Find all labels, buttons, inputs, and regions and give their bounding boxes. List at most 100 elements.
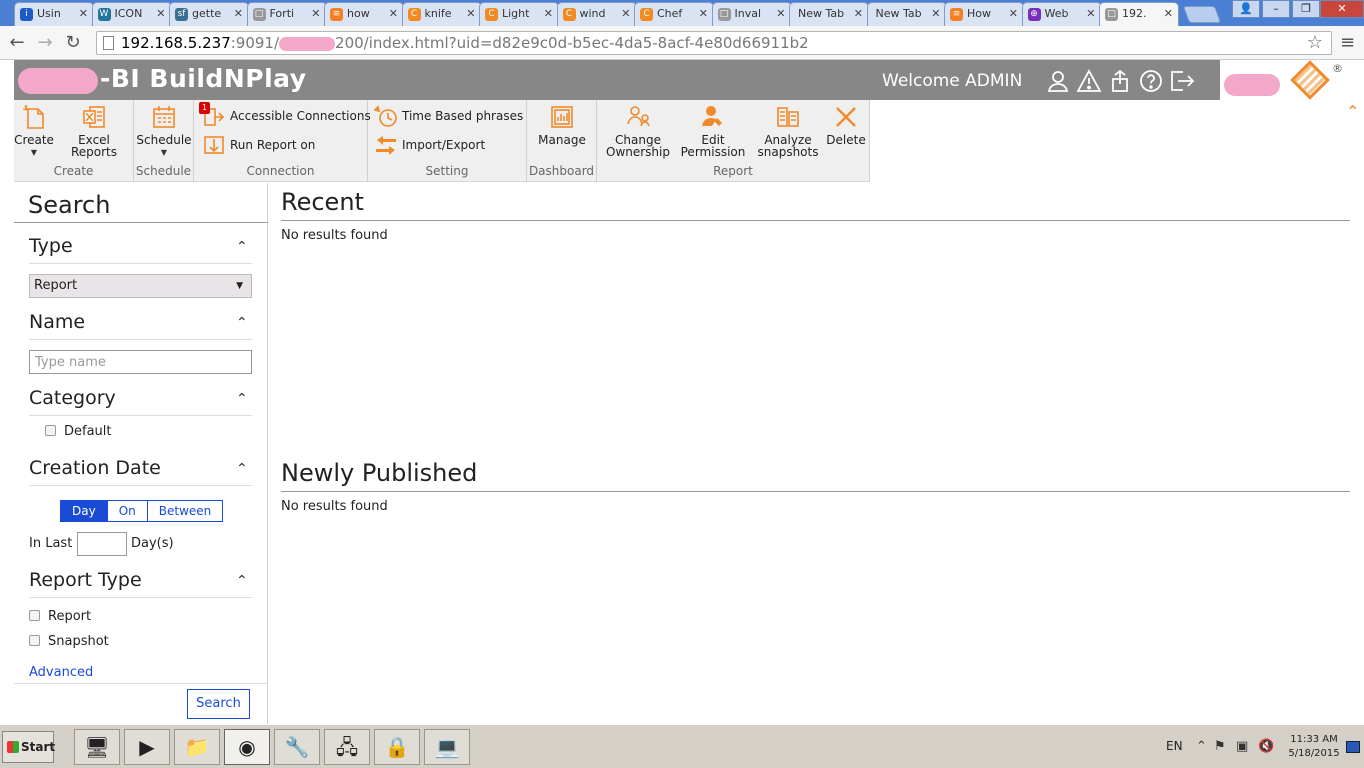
maximize-button[interactable]: ❐ <box>1292 0 1320 18</box>
schedule-button[interactable]: Schedule ▼ <box>134 104 194 159</box>
redacted-brand <box>18 68 98 94</box>
browser-tab[interactable]: □ Inval ✕ <box>711 2 792 26</box>
date-mode-between[interactable]: Between <box>146 501 223 521</box>
tab-close-icon[interactable]: ✕ <box>931 3 940 25</box>
remote-app-icon[interactable]: 🔒 <box>374 729 420 765</box>
report-type-report-checkbox[interactable]: Report <box>29 609 91 625</box>
forward-arrow-icon[interactable]: → <box>34 32 56 54</box>
run-report-on-button[interactable]: Run Report on <box>200 133 315 157</box>
remote-desktop-icon[interactable]: 💻 <box>424 729 470 765</box>
accessible-connections-button[interactable]: 1 Accessible Connections <box>199 102 371 128</box>
browser-tab[interactable]: C Light ✕ <box>479 2 559 26</box>
bookmark-star-icon[interactable]: ☆ <box>1307 32 1323 54</box>
volume-muted-icon[interactable]: 🔇 <box>1258 739 1274 754</box>
browser-tab[interactable]: C Chef ✕ <box>634 2 714 26</box>
logout-icon[interactable] <box>1169 69 1195 93</box>
checkbox-box[interactable] <box>29 610 40 621</box>
powershell-icon[interactable]: ▶ <box>124 729 170 765</box>
upload-icon[interactable] <box>1107 69 1133 93</box>
edit-permission-button[interactable]: Edit Permission <box>679 104 747 158</box>
network-tray-icon[interactable]: ▣ <box>1236 739 1248 754</box>
window-user-icon[interactable]: 👤 <box>1232 0 1260 18</box>
chevron-down-icon: ▼ <box>236 281 243 291</box>
chevron-up-icon[interactable]: ⌃ <box>236 573 248 589</box>
network-icon[interactable]: 🖧 <box>324 729 370 765</box>
import-export-button[interactable]: Import/Export <box>372 133 485 157</box>
checkbox-box[interactable] <box>45 425 56 436</box>
browser-tab[interactable]: i Usin ✕ <box>14 2 94 26</box>
date-mode-day[interactable]: Day <box>61 501 107 521</box>
browser-tab[interactable]: Cknife ✕ <box>401 2 482 26</box>
show-desktop-icon[interactable] <box>1346 741 1360 753</box>
tab-close-icon[interactable]: ✕ <box>776 3 785 25</box>
date-mode-on[interactable]: On <box>106 501 147 521</box>
user-icon[interactable] <box>1045 69 1071 93</box>
browser-tab[interactable]: W ICON ✕ <box>91 2 172 26</box>
close-window-button[interactable]: ✕ <box>1320 0 1364 18</box>
browser-tab[interactable]: ≡ How ✕ <box>944 2 1024 26</box>
type-select[interactable]: Report ▼ <box>29 274 252 298</box>
browser-menu-icon[interactable]: ≡ <box>1340 32 1355 53</box>
server-manager-icon[interactable]: 🖥 <box>74 729 120 765</box>
warning-icon[interactable] <box>1076 69 1102 93</box>
manage-dashboard-button[interactable]: Manage <box>527 104 597 146</box>
chevron-up-icon[interactable]: ⌃ <box>236 391 248 407</box>
browser-tab[interactable]: □ 192. ✕ <box>1099 2 1179 26</box>
search-button[interactable]: Search <box>187 689 250 719</box>
in-last-days-input[interactable] <box>77 532 127 556</box>
tab-close-icon[interactable]: ✕ <box>1164 3 1173 25</box>
tab-favicon-icon: □ <box>252 8 266 21</box>
tab-close-icon[interactable]: ✕ <box>156 3 165 25</box>
report-type-snapshot-checkbox[interactable]: Snapshot <box>29 634 109 650</box>
tab-close-icon[interactable]: ✕ <box>621 3 630 25</box>
browser-tab[interactable]: sf gette ✕ <box>169 2 249 26</box>
tab-close-icon[interactable]: ✕ <box>79 3 88 25</box>
browser-tab[interactable]: ⊕ Web ✕ <box>1021 2 1102 26</box>
delete-button[interactable]: Delete <box>825 104 867 146</box>
tab-close-icon[interactable]: ✕ <box>389 3 398 25</box>
browser-tab[interactable]: ≡ how ✕ <box>324 2 404 26</box>
tab-close-icon[interactable]: ✕ <box>234 3 243 25</box>
analyze-snapshots-button[interactable]: Analyze snapshots <box>753 104 823 158</box>
language-indicator[interactable]: EN <box>1166 739 1183 753</box>
tray-chevron-up-icon[interactable]: ⌃ <box>1196 739 1207 754</box>
explorer-folder-icon[interactable]: 📁 <box>174 729 220 765</box>
time-based-phrases-button[interactable]: Time Based phrases <box>372 104 523 128</box>
start-button[interactable]: Start <box>2 731 55 763</box>
tab-close-icon[interactable]: ✕ <box>699 3 708 25</box>
action-center-flag-icon[interactable]: ⚑ <box>1214 739 1226 754</box>
tab-close-icon[interactable]: ✕ <box>1009 3 1018 25</box>
help-icon[interactable] <box>1138 69 1164 93</box>
back-arrow-icon[interactable]: ← <box>6 32 28 54</box>
reload-icon[interactable]: ↻ <box>62 32 84 54</box>
browser-tab[interactable]: Cwind ✕ <box>556 2 637 26</box>
chevron-up-icon[interactable]: ⌃ <box>236 315 248 331</box>
name-input[interactable] <box>29 350 252 374</box>
chrome-icon[interactable]: ◉ <box>224 729 270 765</box>
chevron-up-icon[interactable]: ⌃ <box>236 461 248 477</box>
tab-close-icon[interactable]: ✕ <box>466 3 475 25</box>
advanced-link[interactable]: Advanced <box>29 665 93 680</box>
browser-tab[interactable]: New Tab ✕ <box>866 2 947 26</box>
category-default-checkbox[interactable]: Default <box>45 424 112 440</box>
collapse-ribbon-icon[interactable]: ⌃ <box>1346 102 1359 121</box>
tab-close-icon[interactable]: ✕ <box>544 3 553 25</box>
tab-close-icon[interactable]: ✕ <box>311 3 320 25</box>
browser-tab[interactable]: □ Forti ✕ <box>246 2 327 26</box>
time-based-phrases-label: Time Based phrases <box>402 109 524 123</box>
new-document-icon <box>22 104 44 129</box>
tab-close-icon[interactable]: ✕ <box>854 3 863 25</box>
excel-reports-button[interactable]: Excel Reports <box>70 104 118 158</box>
browser-tab[interactable]: New Tab ✕ <box>789 2 869 26</box>
checkbox-box[interactable] <box>29 635 40 646</box>
address-bar[interactable]: 192.168.5.237:9091/200/index.html?uid=d8… <box>96 31 1332 55</box>
minimize-button[interactable]: – <box>1262 0 1290 18</box>
change-ownership-button[interactable]: Change Ownership <box>603 104 673 158</box>
tab-close-icon[interactable]: ✕ <box>1086 3 1095 25</box>
delete-label: Delete <box>826 133 866 147</box>
chevron-up-icon[interactable]: ⌃ <box>236 239 248 255</box>
new-tab-button[interactable] <box>1182 6 1222 23</box>
tools-icon[interactable]: 🔧 <box>274 729 320 765</box>
clock[interactable]: 11:33 AM 5/18/2015 <box>1286 733 1342 761</box>
create-button[interactable]: Create ▼ <box>14 104 54 159</box>
